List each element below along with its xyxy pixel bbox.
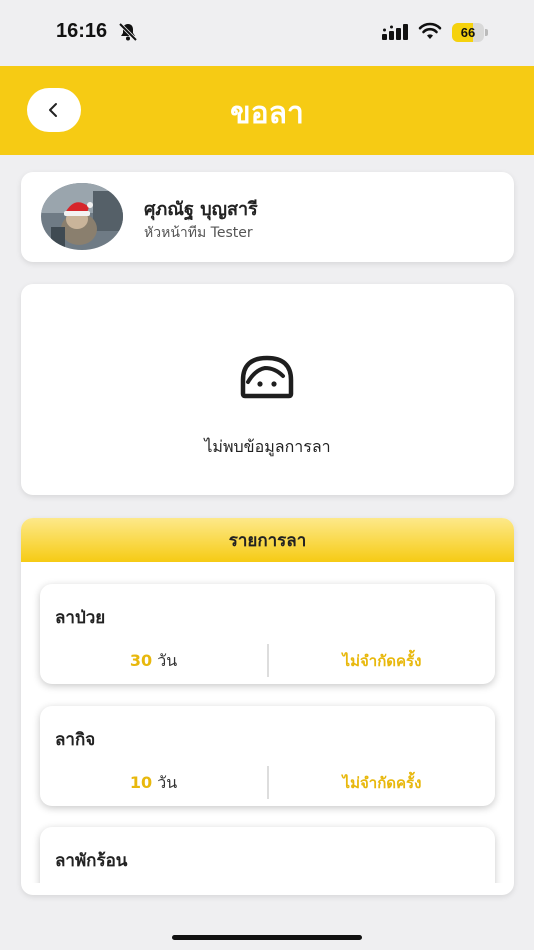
app-header: ขอลา <box>0 66 534 155</box>
leave-type-name: ลากิจ <box>55 730 96 750</box>
leave-item-sick[interactable]: ลาป่วย 30 วัน ไม่จำกัดครั้ง <box>40 584 495 684</box>
leave-limit: ไม่จำกัดครั้ง <box>342 652 422 670</box>
battery-icon: 66 <box>452 23 488 42</box>
leave-item-vacation[interactable]: ลาพักร้อน <box>40 827 495 883</box>
profile-card: ศุภณัฐ บุญสารี หัวหน้าทีม Tester <box>21 172 514 262</box>
leave-days-value: 10 <box>129 773 153 792</box>
leave-days-unit: วัน <box>157 651 178 670</box>
leave-limit: ไม่จำกัดครั้ง <box>342 774 422 792</box>
leave-days: 10 วัน <box>40 771 267 796</box>
leave-days-unit: วัน <box>157 773 178 792</box>
page-title: ขอลา <box>230 96 304 131</box>
empty-state-card: ไม่พบข้อมูลการลา <box>21 284 514 495</box>
status-time: 16:16 <box>56 20 108 42</box>
signal-icon <box>382 24 408 40</box>
home-indicator <box>172 935 362 940</box>
leave-type-name: ลาป่วย <box>55 608 106 628</box>
avatar <box>41 183 123 250</box>
person-face-icon <box>240 355 294 399</box>
leave-days-value: 30 <box>129 651 153 670</box>
leave-list-card: รายการลา ลาป่วย 30 วัน ไม่จำกัดครั้ง ลาก… <box>21 518 514 895</box>
empty-state-message: ไม่พบข้อมูลการลา <box>204 437 331 456</box>
profile-name: ศุภณัฐ บุญสารี <box>144 199 258 220</box>
leave-item-personal[interactable]: ลากิจ 10 วัน ไม่จำกัดครั้ง <box>40 706 495 806</box>
wifi-icon <box>418 22 442 39</box>
leave-list-title: รายการลา <box>21 518 514 562</box>
leave-type-name: ลาพักร้อน <box>55 851 128 871</box>
bell-slash-icon <box>118 22 138 42</box>
leave-list[interactable]: ลาป่วย 30 วัน ไม่จำกัดครั้ง ลากิจ 10 วัน… <box>21 562 514 883</box>
battery-level: 66 <box>460 25 476 40</box>
leave-days: 30 วัน <box>40 649 267 674</box>
status-bar: 16:16 66 <box>0 0 534 66</box>
profile-role: หัวหน้าทีม Tester <box>144 225 253 241</box>
